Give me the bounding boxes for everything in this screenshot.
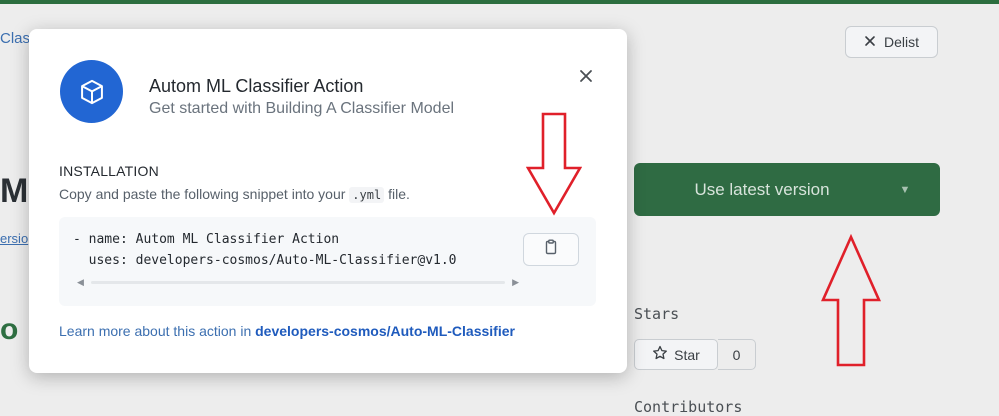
scrollbar-track[interactable]: [91, 281, 505, 284]
code-snippet[interactable]: - name: Autom ML Classifier Action uses:…: [73, 229, 457, 271]
cube-icon: [60, 60, 123, 123]
modal-title: Autom ML Classifier Action: [149, 76, 364, 96]
installation-description: Copy and paste the following snippet int…: [59, 186, 410, 203]
delist-button[interactable]: Delist: [845, 26, 938, 58]
scroll-left-arrow-icon[interactable]: ◀: [77, 276, 84, 288]
star-icon: [652, 345, 668, 364]
modal-subtitle: Get started with Building A Classifier M…: [149, 100, 455, 117]
installation-desc-text: Copy and paste the following snippet int…: [59, 186, 350, 202]
star-button-label: Star: [674, 346, 700, 363]
use-latest-version-button[interactable]: Use latest version ▼: [634, 163, 940, 216]
contributors-label: Contributors: [634, 398, 743, 416]
stars-label: Stars: [634, 305, 680, 323]
star-button[interactable]: Star: [634, 339, 718, 370]
down-arrow-annotation-icon: [526, 112, 582, 216]
repository-link[interactable]: developers-cosmos/Auto-ML-Classifier: [255, 323, 515, 339]
close-icon[interactable]: [573, 63, 599, 89]
yml-code-span: .yml: [349, 187, 385, 203]
chevron-down-icon[interactable]: ▼: [870, 184, 940, 196]
version-link-fragment[interactable]: ersio: [0, 231, 28, 246]
installation-desc-suffix: file.: [384, 186, 410, 202]
learn-more-text: Learn more about this action in develope…: [59, 323, 515, 339]
code-snippet-box[interactable]: - name: Autom ML Classifier Action uses:…: [59, 217, 596, 306]
learn-more-prefix: Learn more about this action in: [59, 323, 256, 339]
breadcrumb-fragment[interactable]: Clas: [0, 30, 30, 47]
clipboard-icon: [543, 239, 559, 260]
copy-button[interactable]: [523, 233, 579, 266]
use-latest-version-label: Use latest version: [694, 179, 830, 199]
delist-label: Delist: [883, 34, 919, 50]
horizontal-scrollbar[interactable]: ◀ ▶: [77, 276, 519, 288]
up-arrow-annotation-icon: [820, 234, 882, 367]
top-accent-bar: [0, 0, 999, 4]
scroll-right-arrow-icon[interactable]: ▶: [512, 276, 519, 288]
section-heading-fragment: o: [0, 313, 19, 346]
installation-heading: INSTALLATION: [59, 163, 159, 179]
star-count: 0: [718, 339, 756, 370]
x-icon: [864, 34, 876, 50]
